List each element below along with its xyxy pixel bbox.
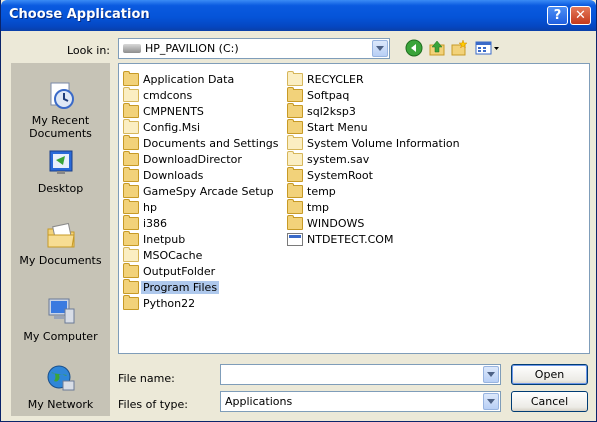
files-of-type-value: Applications: [225, 395, 293, 408]
folder-icon: [287, 183, 303, 198]
chevron-down-icon[interactable]: [483, 393, 499, 410]
window-title: Choose Application: [9, 7, 150, 22]
item-name: system.sav: [307, 153, 370, 166]
views-menu-icon[interactable]: [475, 39, 501, 57]
folder-icon: [287, 87, 303, 102]
item-name: CMPNENTS: [143, 105, 204, 118]
item-name: WINDOWS: [307, 217, 365, 230]
folder-icon: [287, 119, 303, 134]
item-name: Program Files: [141, 281, 220, 294]
item-name: Python22: [143, 297, 196, 310]
place-my-computer[interactable]: My Computer: [11, 295, 110, 343]
folder-icon: [123, 71, 139, 86]
file-list[interactable]: Application Data cmdcons CMPNENTS Config.Ms…: [118, 63, 590, 354]
folder-icon: [123, 151, 139, 166]
item-name: GameSpy Arcade Setup: [143, 185, 274, 198]
my-network-icon: [47, 365, 74, 391]
place-desktop[interactable]: Desktop: [11, 147, 110, 195]
item-name: RECYCLER: [307, 73, 364, 86]
place-label: My Recent Documents: [29, 114, 92, 140]
folder-icon: [287, 71, 303, 86]
folder-icon: [287, 103, 303, 118]
places-bar: My Recent Documents Desktop My Documents: [11, 63, 110, 416]
folder-icon: [123, 119, 139, 134]
my-documents-icon: [47, 222, 75, 248]
folder-icon: [123, 199, 139, 214]
folder-icon: [123, 167, 139, 182]
open-button[interactable]: Open: [511, 364, 588, 385]
my-computer-icon: [48, 298, 74, 324]
help-button[interactable]: ?: [547, 6, 568, 25]
place-label: My Network: [27, 398, 94, 411]
folder-icon: [123, 231, 139, 246]
place-my-recent-documents[interactable]: My Recent Documents: [11, 79, 110, 140]
look-in-value: HP_PAVILION (C:): [145, 42, 239, 55]
folder-icon: [123, 135, 139, 150]
item-name: i386: [143, 217, 168, 230]
item-name: Softpaq: [307, 89, 350, 102]
folder-icon: [123, 215, 139, 230]
folder-icon: [123, 263, 139, 278]
item-name: cmdcons: [143, 89, 193, 102]
file-name-label: File name:: [118, 372, 175, 385]
folder-icon: [287, 135, 303, 150]
place-label: Desktop: [37, 182, 84, 195]
chevron-down-icon[interactable]: [372, 40, 388, 57]
up-folder-icon[interactable]: [428, 39, 446, 57]
file-name-input[interactable]: [220, 364, 501, 385]
folder-icon: [123, 87, 139, 102]
item-name: MSOCache: [143, 249, 203, 262]
folder-icon: [287, 151, 303, 166]
item-name: DownloadDirector: [143, 153, 242, 166]
item-name: hp: [143, 201, 157, 214]
cancel-button[interactable]: Cancel: [511, 391, 588, 412]
file-icon: [287, 233, 303, 246]
title-bar[interactable]: Choose Application ? ✕: [1, 0, 596, 31]
choose-application-dialog: Choose Application ? ✕ Look in: HP_PAVIL…: [0, 0, 597, 422]
place-my-network[interactable]: My Network: [11, 363, 110, 411]
item-name: sql2ksp3: [307, 105, 356, 118]
item-name: Config.Msi: [143, 121, 201, 134]
item-name: tmp: [307, 201, 330, 214]
item-name: SystemRoot: [307, 169, 373, 182]
new-folder-icon[interactable]: [450, 39, 468, 57]
back-arrow-icon[interactable]: [405, 39, 423, 57]
chevron-down-icon[interactable]: [483, 366, 499, 383]
item-name: OutputFolder: [143, 265, 216, 278]
folder-icon: [287, 215, 303, 230]
folder-icon: [123, 247, 139, 262]
place-my-documents[interactable]: My Documents: [11, 219, 110, 267]
look-in-label: Look in:: [67, 44, 110, 57]
item-name: temp: [307, 185, 336, 198]
item-name: Start Menu: [307, 121, 368, 134]
item-name: Documents and Settings: [143, 137, 279, 150]
item-name: Application Data: [143, 73, 235, 86]
item-name: Downloads: [143, 169, 204, 182]
desktop-icon: [49, 150, 72, 174]
recent-documents-icon: [50, 82, 74, 109]
look-in-combo[interactable]: HP_PAVILION (C:): [118, 38, 390, 59]
drive-icon: [123, 44, 141, 53]
files-of-type-label: Files of type:: [118, 398, 189, 411]
folder-icon: [123, 279, 139, 294]
folder-icon: [287, 167, 303, 182]
place-label: My Computer: [23, 330, 98, 343]
folder-icon: [123, 103, 139, 118]
folder-icon: [123, 183, 139, 198]
files-of-type-combo[interactable]: Applications: [220, 391, 501, 412]
item-name: System Volume Information: [307, 137, 460, 150]
item-name: NTDETECT.COM: [307, 233, 394, 246]
item-name: Inetpub: [143, 233, 186, 246]
close-button[interactable]: ✕: [570, 6, 591, 25]
folder-icon: [287, 199, 303, 214]
folder-icon: [123, 295, 139, 310]
place-label: My Documents: [19, 254, 102, 267]
